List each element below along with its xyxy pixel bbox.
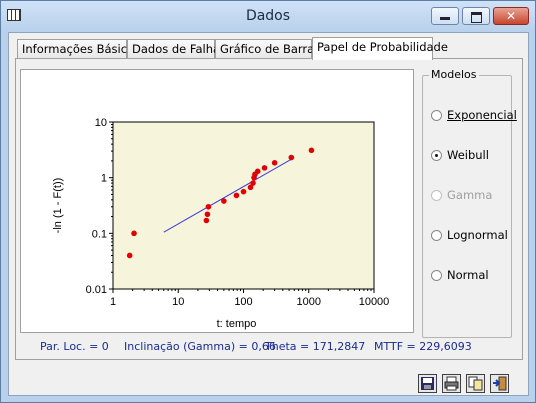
radio-exponencial[interactable]: Exponencial (431, 107, 517, 123)
inclinacao-text: Inclinação (Gamma) = 0,66 (124, 340, 276, 353)
radio-circle-icon (431, 190, 442, 201)
x-tick-label: 10000 (359, 296, 390, 308)
data-point (271, 159, 278, 166)
copy-button[interactable] (466, 374, 485, 393)
tab-papel-de-probabilidade[interactable]: Papel de Probabilidade (312, 37, 448, 60)
data-point (250, 180, 256, 186)
radio-lognormal[interactable]: Lognormal (431, 227, 508, 243)
save-button[interactable] (418, 374, 437, 393)
copy-icon (468, 376, 483, 391)
y-tick-label: 10 (95, 117, 107, 129)
tab-informacoes-basicas[interactable]: Informações Básicas (17, 39, 140, 59)
dados-window: Dados ✕ Informações Básicas Dados de Fal… (0, 0, 536, 403)
radio-circle-icon[interactable] (431, 110, 442, 121)
tab-dados-de-falha[interactable]: Dados de Falha (127, 39, 220, 59)
data-point (254, 168, 261, 175)
client-area: Informações Básicas Dados de Falha Gráfi… (8, 32, 529, 396)
minimize-button[interactable] (431, 7, 459, 25)
radio-label: Normal (447, 268, 489, 282)
par-loc-text: Par. Loc. = 0 (40, 340, 109, 353)
x-tick-label: 100 (234, 296, 252, 308)
y-axis-label: -ln (1 - F(t)) (52, 178, 64, 234)
x-axis-label: t: tempo (217, 318, 257, 330)
data-point (308, 147, 315, 154)
data-point (261, 165, 268, 171)
chart-svg: -ln (1 - F(t)) t: tempo 1 10 100 1000 10000 1… (52, 117, 390, 330)
radio-weibull[interactable]: Weibull (431, 147, 489, 163)
radio-label: Exponencial (447, 108, 517, 122)
x-tick-label: 10 (172, 296, 184, 308)
radio-checked-icon[interactable] (431, 150, 442, 161)
modelos-title: Modelos (429, 68, 479, 81)
data-point (204, 211, 211, 218)
data-point (205, 203, 212, 210)
radio-gamma: Gamma (431, 187, 492, 203)
data-point (288, 154, 295, 161)
close-icon: ✕ (505, 9, 517, 23)
data-point (203, 217, 210, 224)
x-tick-label: 1000 (297, 296, 321, 308)
data-point (221, 198, 227, 204)
data-point (240, 188, 247, 195)
radio-label: Lognormal (447, 228, 508, 242)
tab-panel: -ln (1 - F(t)) t: tempo 1 10 100 1000 10000 1… (15, 58, 523, 360)
print-button[interactable] (442, 374, 461, 393)
radio-normal[interactable]: Normal (431, 267, 489, 283)
exit-door-icon (493, 376, 507, 391)
data-point (126, 252, 133, 259)
y-tick-label: 1 (101, 173, 107, 185)
tab-grafico-de-barras[interactable]: Gráfico de Barras (215, 39, 320, 59)
data-point (233, 192, 240, 199)
title-bar[interactable]: Dados ✕ (1, 1, 535, 31)
close-button[interactable]: ✕ (493, 7, 529, 25)
probability-plot: -ln (1 - F(t)) t: tempo 1 10 100 1000 10000 1… (20, 69, 414, 333)
data-point (131, 230, 137, 237)
maximize-button[interactable] (462, 7, 490, 25)
printer-icon (444, 376, 459, 391)
y-tick-label: 0.1 (92, 228, 107, 240)
mttf-text: MTTF = 229,6093 (374, 340, 472, 353)
y-tick-label: 0.01 (86, 284, 107, 296)
plot-area (112, 121, 375, 290)
status-line: Par. Loc. = 0 Inclinação (Gamma) = 0,66 … (9, 340, 530, 356)
theta-text: Theta = 171,2847 (265, 340, 366, 353)
floppy-icon (421, 377, 434, 390)
modelos-group: Modelos Exponencial Weibull Gamma Lognor… (422, 68, 517, 338)
radio-circle-icon[interactable] (431, 270, 442, 281)
exit-button[interactable] (490, 374, 509, 393)
radio-label: Weibull (447, 148, 489, 162)
x-tick-label: 1 (110, 296, 116, 308)
radio-circle-icon[interactable] (431, 230, 442, 241)
radio-label: Gamma (447, 188, 493, 202)
